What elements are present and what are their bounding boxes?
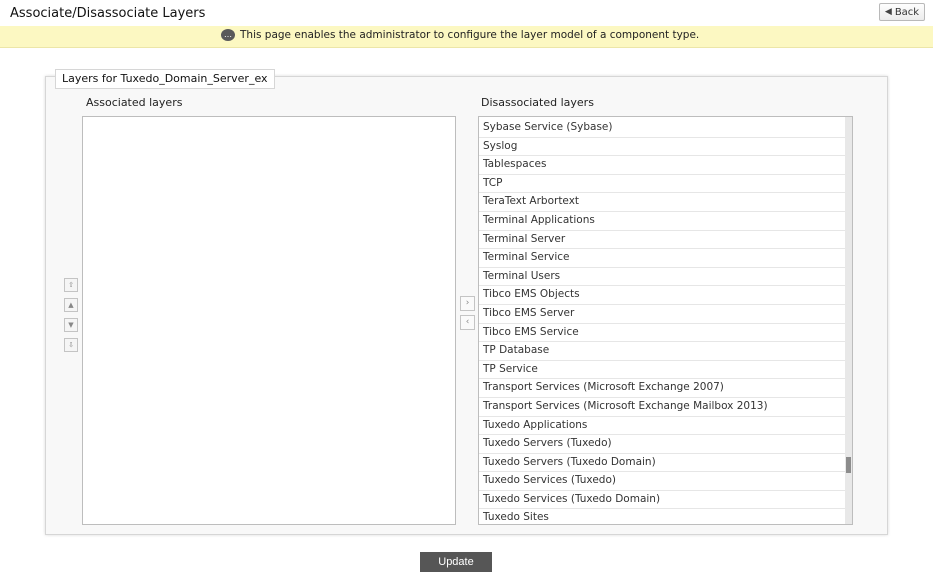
header-bar: Associate/Disassociate Layers ◀ Back: [0, 0, 933, 26]
info-banner: … This page enables the administrator to…: [0, 26, 933, 48]
list-scrollbar[interactable]: [845, 117, 852, 524]
list-item[interactable]: TeraText Arbortext: [479, 193, 846, 212]
move-up-icon[interactable]: ▲: [64, 298, 78, 312]
page-title: Associate/Disassociate Layers: [10, 6, 206, 21]
list-item[interactable]: Sybase Service (Sybase): [479, 119, 846, 138]
move-down-icon[interactable]: ▼: [64, 318, 78, 332]
list-item[interactable]: Transport Services (Microsoft Exchange 2…: [479, 379, 846, 398]
list-item[interactable]: Terminal Service: [479, 249, 846, 268]
chevron-right-icon[interactable]: ›: [460, 296, 475, 311]
list-item[interactable]: TP Database: [479, 342, 846, 361]
speech-bubble-icon: …: [221, 29, 235, 41]
move-top-icon[interactable]: ⇧: [64, 278, 78, 292]
associated-layers-heading: Associated layers: [86, 96, 183, 109]
list-item[interactable]: Syslog: [479, 138, 846, 157]
panel-legend: Layers for Tuxedo_Domain_Server_ex: [55, 69, 275, 89]
scrollbar-thumb[interactable]: [846, 457, 851, 473]
list-item[interactable]: Terminal Applications: [479, 212, 846, 231]
list-item[interactable]: Tuxedo Applications: [479, 417, 846, 436]
list-item[interactable]: Tuxedo Services (Tuxedo Domain): [479, 491, 846, 510]
move-bottom-icon[interactable]: ⇩: [64, 338, 78, 352]
chevron-left-icon[interactable]: ‹: [460, 315, 475, 330]
list-item[interactable]: Tibco EMS Service: [479, 324, 846, 343]
list-item[interactable]: Tuxedo Servers (Tuxedo Domain): [479, 454, 846, 473]
reorder-buttons: ⇧ ▲ ▼ ⇩: [64, 278, 78, 358]
associated-layers-list[interactable]: [82, 116, 456, 525]
list-item[interactable]: Tablespaces: [479, 156, 846, 175]
list-item[interactable]: Tuxedo Servers (Tuxedo): [479, 435, 846, 454]
disassociated-layers-heading: Disassociated layers: [481, 96, 594, 109]
list-item[interactable]: Tuxedo Services (Tuxedo): [479, 472, 846, 491]
list-item[interactable]: Tibco EMS Server: [479, 305, 846, 324]
list-item[interactable]: TP Service: [479, 361, 846, 380]
update-button[interactable]: Update: [420, 552, 492, 572]
disassociated-items: Sybase Service (Sybase) Syslog Tablespaces…: [479, 119, 846, 524]
transfer-buttons: › ‹: [460, 296, 475, 334]
back-button[interactable]: ◀ Back: [879, 3, 925, 21]
list-item[interactable]: TCP: [479, 175, 846, 194]
back-label: Back: [894, 6, 920, 18]
info-text: This page enables the administrator to c…: [240, 29, 700, 41]
list-item[interactable]: Transport Services (Microsoft Exchange M…: [479, 398, 846, 417]
list-item[interactable]: Tibco EMS Objects: [479, 286, 846, 305]
list-item[interactable]: Tuxedo Sites: [479, 509, 846, 524]
disassociated-layers-list[interactable]: Sybase Service (Sybase) Syslog Tablespaces…: [478, 116, 853, 525]
back-arrow-icon: ◀: [884, 7, 892, 17]
list-item[interactable]: Terminal Users: [479, 268, 846, 287]
list-item[interactable]: Terminal Server: [479, 231, 846, 250]
